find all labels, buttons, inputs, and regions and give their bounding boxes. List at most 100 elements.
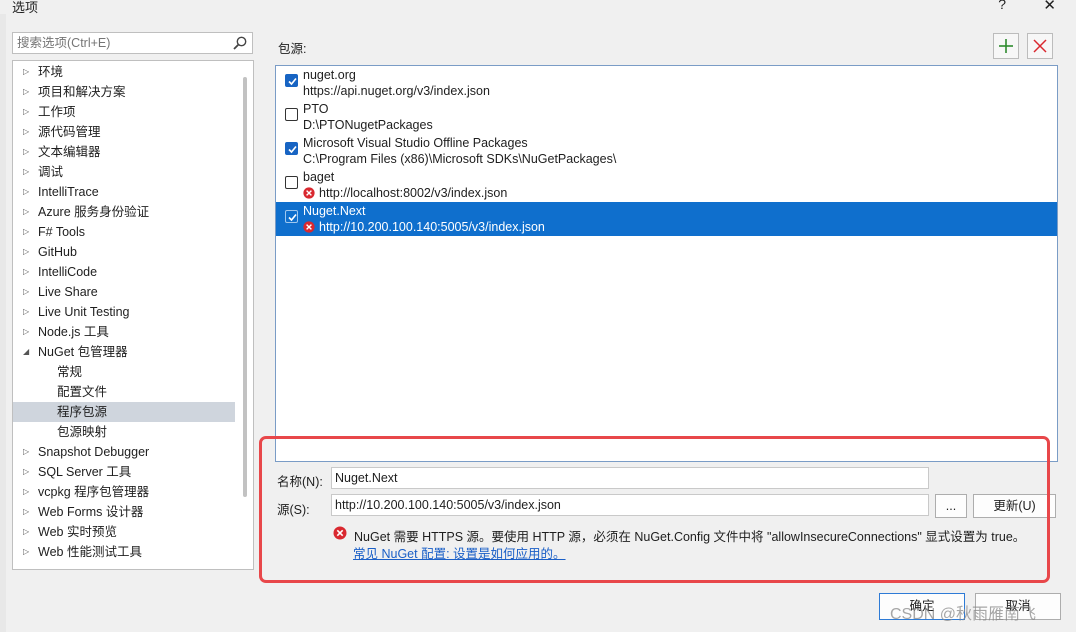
tree-item[interactable]: ▷ GitHub — [13, 242, 235, 262]
source-name: Microsoft Visual Studio Offline Packages — [303, 136, 528, 150]
collapsed-arrow-icon[interactable]: ▷ — [23, 102, 33, 122]
tree-item[interactable]: ▷ SQL Server 工具 — [13, 462, 235, 482]
source-row[interactable]: Microsoft Visual Studio Offline Packages… — [276, 134, 1057, 168]
source-url: C:\Program Files (x86)\Microsoft SDKs\Nu… — [303, 152, 617, 166]
tree-item-label: F# Tools — [38, 225, 86, 239]
source-row[interactable]: PTO D:\PTONugetPackages — [276, 100, 1057, 134]
tree-item-label: 源代码管理 — [38, 125, 101, 139]
source-checkbox[interactable] — [285, 176, 298, 189]
tree-item[interactable]: ▷ 文本编辑器 — [13, 142, 235, 162]
tree-item[interactable]: ▷ Web 实时预览 — [13, 522, 235, 542]
search-input[interactable] — [13, 33, 228, 53]
source-name: Nuget.Next — [303, 204, 366, 218]
tree-scrollbar[interactable] — [243, 77, 247, 497]
source-checkbox[interactable] — [285, 142, 298, 155]
tree-item[interactable]: 程序包源 — [13, 402, 235, 422]
tree-item[interactable]: ▷ Snapshot Debugger — [13, 442, 235, 462]
source-field[interactable] — [331, 494, 929, 516]
source-url: http://10.200.100.140:5005/v3/index.json — [319, 220, 545, 234]
tree-item-label: Web Forms 设计器 — [38, 505, 144, 519]
tree-item[interactable]: ▷ 环境 — [13, 62, 235, 82]
package-sources-label: 包源: — [278, 42, 307, 56]
tree-item[interactable]: ▷ 调试 — [13, 162, 235, 182]
collapsed-arrow-icon[interactable]: ▷ — [23, 162, 33, 182]
source-url: D:\PTONugetPackages — [303, 118, 433, 132]
source-name: baget — [303, 170, 335, 184]
collapsed-arrow-icon[interactable]: ▷ — [23, 142, 33, 162]
expanded-arrow-icon[interactable]: ◢ — [23, 342, 33, 362]
tree-item[interactable]: ▷ Azure 服务身份验证 — [13, 202, 235, 222]
tree-item[interactable]: ▷ IntelliCode — [13, 262, 235, 282]
tree-item[interactable]: ▷ vcpkg 程序包管理器 — [13, 482, 235, 502]
collapsed-arrow-icon[interactable]: ▷ — [23, 62, 33, 82]
source-input[interactable] — [332, 495, 928, 515]
tree-item[interactable]: ▷ Web Forms 设计器 — [13, 502, 235, 522]
tree-item[interactable]: ▷ Live Unit Testing — [13, 302, 235, 322]
source-row[interactable]: baget http://localhost:8002/v3/index.json — [276, 168, 1057, 202]
tree-item-label: Live Share — [38, 285, 98, 299]
magnifier-icon[interactable] — [232, 35, 248, 51]
tree-item[interactable]: ▷ Live Share — [13, 282, 235, 302]
tree-item[interactable]: ▷ Node.js 工具 — [13, 322, 235, 342]
source-checkbox[interactable] — [285, 108, 298, 121]
x-icon — [1033, 39, 1047, 53]
tree-item[interactable]: ▷ 工作项 — [13, 102, 235, 122]
tree-item-label: SQL Server 工具 — [38, 465, 132, 479]
close-button[interactable]: ✕ — [1043, 0, 1056, 14]
nuget-config-help-link[interactable]: 常见 NuGet 配置: 设置是如何应用的。 — [353, 543, 566, 562]
title-bar: 选项 ? ✕ — [0, 0, 1076, 15]
name-field[interactable] — [331, 467, 929, 489]
source-name: nuget.org — [303, 68, 356, 82]
name-input[interactable] — [332, 468, 928, 488]
tree-item[interactable]: 包源映射 — [13, 422, 235, 442]
collapsed-arrow-icon[interactable]: ▷ — [23, 462, 33, 482]
collapsed-arrow-icon[interactable]: ▷ — [23, 122, 33, 142]
add-source-button[interactable] — [993, 33, 1019, 59]
error-circle-icon — [303, 221, 315, 233]
tree-item[interactable]: ▷ 项目和解决方案 — [13, 82, 235, 102]
collapsed-arrow-icon[interactable]: ▷ — [23, 522, 33, 542]
tree-item[interactable]: 常规 — [13, 362, 235, 382]
source-row[interactable]: nuget.org https://api.nuget.org/v3/index.… — [276, 66, 1057, 100]
tree-item-label: 程序包源 — [57, 405, 108, 419]
options-tree: ▷ 环境 ▷ 项目和解决方案 ▷ 工作项 ▷ 源代码管理 ▷ 文本编辑器 ▷ 调试 ▷ IntelliTr… — [12, 60, 254, 570]
tree-item-label: Azure 服务身份验证 — [38, 205, 150, 219]
collapsed-arrow-icon[interactable]: ▷ — [23, 282, 33, 302]
options-search-box[interactable] — [12, 32, 253, 54]
source-row[interactable]: Nuget.Next http://10.200.100.140:5005/v3/… — [276, 202, 1057, 236]
help-button[interactable]: ? — [998, 0, 1006, 12]
collapsed-arrow-icon[interactable]: ▷ — [23, 182, 33, 202]
tree-item-label: GitHub — [38, 245, 77, 259]
collapsed-arrow-icon[interactable]: ▷ — [23, 502, 33, 522]
tree-item[interactable]: ▷ F# Tools — [13, 222, 235, 242]
source-checkbox[interactable] — [285, 210, 298, 223]
remove-source-button[interactable] — [1027, 33, 1053, 59]
browse-button[interactable]: ... — [935, 494, 967, 518]
tree-item-label: Live Unit Testing — [38, 305, 130, 319]
collapsed-arrow-icon[interactable]: ▷ — [23, 542, 33, 562]
source-url: https://api.nuget.org/v3/index.json — [303, 84, 490, 98]
tree-item-label: IntelliCode — [38, 265, 98, 279]
tree-item[interactable]: ▷ IntelliTrace — [13, 182, 235, 202]
collapsed-arrow-icon[interactable]: ▷ — [23, 442, 33, 462]
collapsed-arrow-icon[interactable]: ▷ — [23, 242, 33, 262]
watermark: CSDN @秋雨雁南飞 — [890, 606, 1037, 623]
collapsed-arrow-icon[interactable]: ▷ — [23, 202, 33, 222]
tree-item-label: Node.js 工具 — [38, 325, 109, 339]
source-url: http://localhost:8002/v3/index.json — [319, 186, 508, 200]
collapsed-arrow-icon[interactable]: ▷ — [23, 302, 33, 322]
error-circle-icon — [333, 526, 347, 540]
tree-item[interactable]: ▷ Web 性能测试工具 — [13, 542, 235, 562]
collapsed-arrow-icon[interactable]: ▷ — [23, 482, 33, 502]
tree-item[interactable]: ▷ 源代码管理 — [13, 122, 235, 142]
tree-item[interactable]: 配置文件 — [13, 382, 235, 402]
collapsed-arrow-icon[interactable]: ▷ — [23, 262, 33, 282]
source-checkbox[interactable] — [285, 74, 298, 87]
collapsed-arrow-icon[interactable]: ▷ — [23, 322, 33, 342]
collapsed-arrow-icon[interactable]: ▷ — [23, 82, 33, 102]
tree-item-label: 包源映射 — [57, 425, 108, 439]
collapsed-arrow-icon[interactable]: ▷ — [23, 222, 33, 242]
window-title: 选项 — [12, 0, 39, 15]
update-button[interactable]: 更新(U) — [973, 494, 1056, 518]
tree-item[interactable]: ◢ NuGet 包管理器 — [13, 342, 235, 362]
